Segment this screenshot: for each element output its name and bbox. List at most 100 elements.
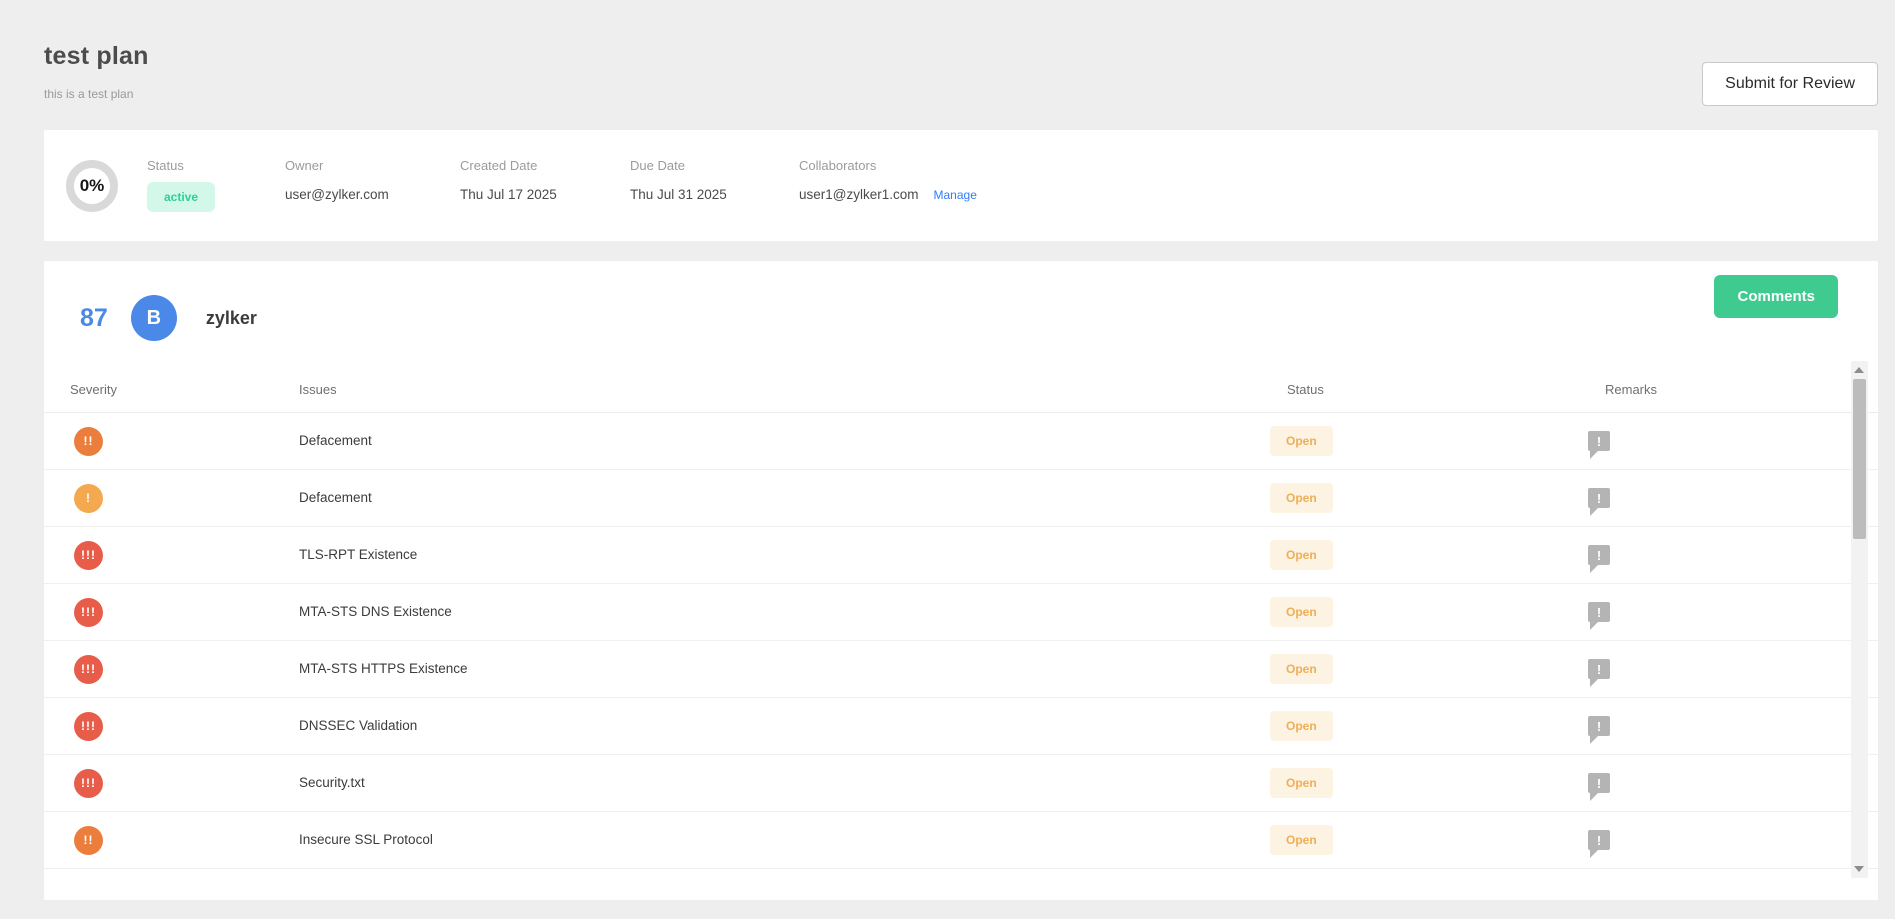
remarks-cell: ! [1588, 716, 1818, 736]
remarks-cell: ! [1588, 773, 1818, 793]
table-row[interactable]: !!! DNSSEC Validation Open ! [44, 698, 1878, 755]
target-avatar: B [131, 295, 177, 341]
column-header-status: Status [1270, 382, 1588, 397]
severity-icon: !!! [74, 598, 103, 627]
target-summary: 87 B zylker [80, 295, 257, 341]
table-row[interactable]: !!! Security.txt Open ! [44, 755, 1878, 812]
remark-bubble-icon[interactable]: ! [1588, 602, 1610, 622]
severity-icon: !! [74, 427, 103, 456]
scrollbar-thumb[interactable] [1853, 379, 1866, 539]
remarks-cell: ! [1588, 431, 1818, 451]
severity-icon: ! [74, 484, 103, 513]
remark-bubble-icon[interactable]: ! [1588, 488, 1610, 508]
issues-card: 87 B zylker Comments Severity Issues Sta… [44, 261, 1878, 900]
progress-ring: 0% [66, 160, 118, 212]
table-row[interactable]: !!! MTA-STS HTTPS Existence Open ! [44, 641, 1878, 698]
issue-cell: DNSSEC Validation [299, 717, 1270, 735]
issues-table-header: Severity Issues Status Remarks [44, 367, 1878, 413]
issue-name: TLS-RPT Existence [299, 547, 417, 562]
submit-for-review-button[interactable]: Submit for Review [1702, 62, 1878, 106]
issue-cell: Defacement [299, 489, 1270, 507]
severity-cell: ! [44, 484, 299, 513]
severity-icon: !!! [74, 655, 103, 684]
remark-bubble-icon[interactable]: ! [1588, 773, 1610, 793]
page-header: test plan this is a test plan Submit for… [0, 0, 1895, 130]
remark-bubble-icon[interactable]: ! [1588, 431, 1610, 451]
scroll-up-icon[interactable] [1854, 367, 1864, 373]
severity-icon: !!! [74, 712, 103, 741]
issue-name: Defacement [299, 433, 372, 448]
issue-name: Security.txt [299, 775, 365, 790]
owner-value: user@zylker.com [285, 187, 389, 202]
remark-bubble-icon[interactable]: ! [1588, 659, 1610, 679]
field-created-date: Created Date Thu Jul 17 2025 [460, 158, 630, 241]
collaborators-label: Collaborators [799, 158, 876, 173]
remarks-cell: ! [1588, 602, 1818, 622]
severity-cell: !!! [44, 598, 299, 627]
status-open-badge[interactable]: Open [1270, 654, 1333, 684]
page-title: test plan [44, 42, 149, 71]
status-cell: Open [1270, 711, 1588, 741]
due-date-label: Due Date [630, 158, 685, 173]
status-cell: Open [1270, 597, 1588, 627]
issue-cell: MTA-STS DNS Existence [299, 603, 1270, 621]
status-open-badge[interactable]: Open [1270, 711, 1333, 741]
severity-cell: !! [44, 826, 299, 855]
status-cell: Open [1270, 768, 1588, 798]
progress-value: 0% [80, 176, 105, 196]
status-cell: Open [1270, 825, 1588, 855]
remarks-cell: ! [1588, 488, 1818, 508]
table-row[interactable]: !! Insecure SSL Protocol Open ! [44, 812, 1878, 869]
status-label: Status [147, 158, 184, 173]
table-scrollbar[interactable] [1851, 361, 1868, 878]
field-status: Status active [147, 158, 285, 241]
issue-name: MTA-STS HTTPS Existence [299, 661, 468, 676]
created-date-value: Thu Jul 17 2025 [460, 187, 557, 202]
table-row[interactable]: !!! TLS-RPT Existence Open ! [44, 527, 1878, 584]
status-open-badge[interactable]: Open [1270, 825, 1333, 855]
status-cell: Open [1270, 540, 1588, 570]
severity-icon: !!! [74, 769, 103, 798]
issue-cell: TLS-RPT Existence [299, 546, 1270, 564]
owner-label: Owner [285, 158, 323, 173]
status-open-badge[interactable]: Open [1270, 768, 1333, 798]
plan-summary-card: 0% Status active Owner user@zylker.com C… [44, 130, 1878, 241]
issue-name: DNSSEC Validation [299, 718, 417, 733]
severity-cell: !!! [44, 712, 299, 741]
issue-name: Defacement [299, 490, 372, 505]
severity-cell: !! [44, 427, 299, 456]
collaborators-value: user1@zylker1.com [799, 187, 919, 202]
column-header-remarks: Remarks [1588, 382, 1818, 397]
scroll-down-icon[interactable] [1854, 866, 1864, 872]
issue-cell: Insecure SSL Protocol [299, 831, 1270, 849]
status-cell: Open [1270, 483, 1588, 513]
status-open-badge[interactable]: Open [1270, 540, 1333, 570]
issue-cell: Defacement [299, 432, 1270, 450]
status-open-badge[interactable]: Open [1270, 597, 1333, 627]
issue-name: Insecure SSL Protocol [299, 832, 433, 847]
manage-collaborators-link[interactable]: Manage [934, 188, 977, 202]
status-open-badge[interactable]: Open [1270, 483, 1333, 513]
severity-icon: !! [74, 826, 103, 855]
status-cell: Open [1270, 426, 1588, 456]
page-header-titles: test plan this is a test plan [44, 42, 149, 101]
field-owner: Owner user@zylker.com [285, 158, 460, 241]
remark-bubble-icon[interactable]: ! [1588, 716, 1610, 736]
status-open-badge[interactable]: Open [1270, 426, 1333, 456]
remarks-cell: ! [1588, 545, 1818, 565]
issue-cell: MTA-STS HTTPS Existence [299, 660, 1270, 678]
remarks-cell: ! [1588, 830, 1818, 850]
comments-button[interactable]: Comments [1714, 275, 1838, 318]
remark-bubble-icon[interactable]: ! [1588, 830, 1610, 850]
table-row[interactable]: ! Defacement Open ! [44, 470, 1878, 527]
severity-cell: !!! [44, 541, 299, 570]
remark-bubble-icon[interactable]: ! [1588, 545, 1610, 565]
issue-cell: Security.txt [299, 774, 1270, 792]
status-badge: active [147, 182, 215, 212]
severity-icon: !!! [74, 541, 103, 570]
table-row[interactable]: !! Defacement Open ! [44, 413, 1878, 470]
table-row[interactable]: !!! MTA-STS DNS Existence Open ! [44, 584, 1878, 641]
due-date-value: Thu Jul 31 2025 [630, 187, 727, 202]
severity-cell: !!! [44, 769, 299, 798]
issue-name: MTA-STS DNS Existence [299, 604, 452, 619]
